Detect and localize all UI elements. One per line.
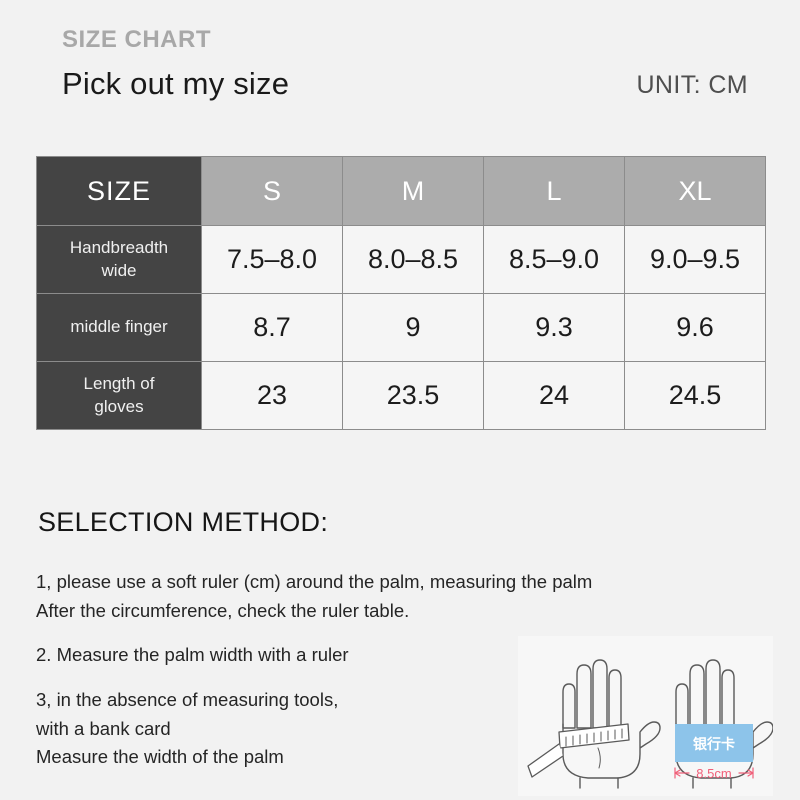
cell-middle-finger-l: 9.3 — [483, 293, 625, 362]
cell-handbreadth-l: 8.5–9.0 — [483, 225, 625, 294]
cell-handbreadth-xl: 9.0–9.5 — [624, 225, 766, 294]
step-item: 1, please use a soft ruler (cm) around t… — [36, 571, 593, 621]
hands-diagram: 银行卡 8.5cm — [527, 659, 773, 789]
cell-middle-finger-s: 8.7 — [201, 293, 343, 362]
row-label-line1: Length of — [83, 374, 155, 394]
cell-handbreadth-s: 7.5–8.0 — [201, 225, 343, 294]
size-chart-table: SIZE S M L XL Handbreadth wide 7.5–8.0 8… — [36, 156, 766, 430]
page-header: SIZE CHART Pick out my size UNIT: CM — [0, 0, 800, 140]
eyebrow-label: SIZE CHART — [62, 26, 211, 53]
cell-length-l: 24 — [483, 361, 625, 430]
row-label-length-of-gloves: Length of gloves — [36, 361, 202, 430]
cell-length-s: 23 — [201, 361, 343, 430]
cell-middle-finger-m: 9 — [342, 293, 484, 362]
cell-length-m: 23.5 — [342, 361, 484, 430]
header-cell-s: S — [201, 156, 343, 226]
header-cell-l: L — [483, 156, 625, 226]
table-row: middle finger 8.7 9 9.3 9.6 — [36, 293, 766, 362]
table-header-row: SIZE S M L XL — [36, 156, 766, 226]
header-cell-size: SIZE — [36, 156, 202, 226]
selection-method-heading: SELECTION METHOD: — [38, 507, 329, 537]
row-label-middle-finger: middle finger — [36, 293, 202, 362]
row-label-line2: wide — [101, 260, 137, 280]
header-cell-m: M — [342, 156, 484, 226]
table-row: Handbreadth wide 7.5–8.0 8.0–8.5 8.5–9.0… — [36, 225, 766, 294]
row-label-handbreadth: Handbreadth wide — [36, 225, 202, 294]
dimension-label: 8.5cm — [696, 766, 731, 781]
hand-measurement-illustration: 银行卡 8.5cm — [518, 636, 773, 796]
table-row: Length of gloves 23 23.5 24 24.5 — [36, 361, 766, 430]
page-title: Pick out my size — [62, 66, 290, 101]
cell-middle-finger-xl: 9.6 — [624, 293, 766, 362]
unit-label: UNIT: CM — [636, 71, 748, 99]
cell-length-xl: 24.5 — [624, 361, 766, 430]
tape-measure-icon — [527, 723, 630, 778]
left-hand-outline — [562, 659, 661, 789]
cell-handbreadth-m: 8.0–8.5 — [342, 225, 484, 294]
header-cell-xl: XL — [624, 156, 766, 226]
row-label-line2: gloves — [94, 396, 144, 416]
row-label-line1: Handbreadth — [69, 238, 169, 258]
bank-card-label: 银行卡 — [693, 736, 735, 752]
